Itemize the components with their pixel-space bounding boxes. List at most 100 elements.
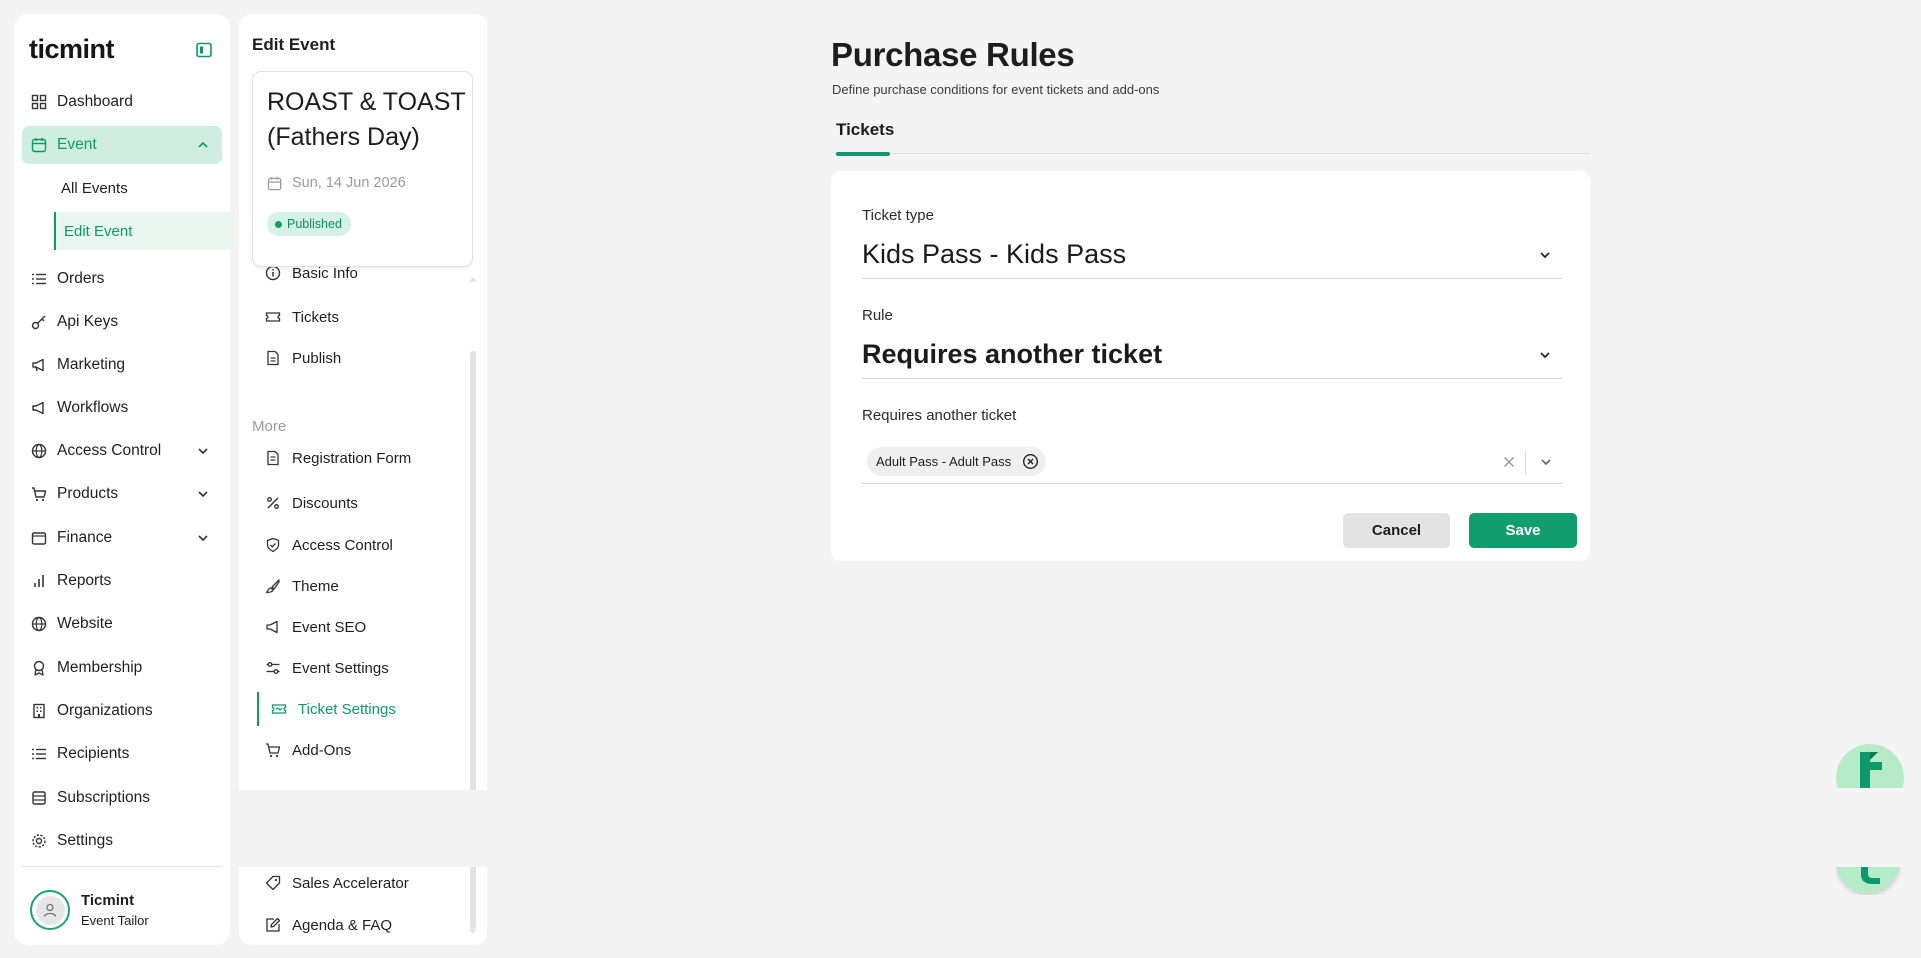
sidebar-item-website[interactable]: Website: [22, 605, 222, 643]
page-title: Purchase Rules: [831, 36, 1075, 73]
sidebar-item-label: Event: [57, 136, 97, 153]
panel-item-label: Event SEO: [292, 618, 367, 636]
panel-item-label: Agenda & FAQ: [292, 916, 393, 934]
panel-item-label: Theme: [292, 577, 339, 595]
paint-brush-icon: [265, 578, 281, 594]
sidebar-item-reports[interactable]: Reports: [22, 562, 222, 600]
sidebar-item-label: Membership: [57, 659, 143, 676]
chevron-down-icon: [196, 531, 210, 545]
award-icon: [31, 660, 47, 676]
requires-ticket-label: Requires another ticket: [862, 407, 1017, 424]
dashboard-icon: [31, 94, 47, 110]
sidebar-item-organizations[interactable]: Organizations: [22, 692, 222, 730]
sidebar-item-dashboard[interactable]: Dashboard: [22, 83, 222, 121]
event-date-text: Sun, 14 Jun 2026: [292, 175, 406, 191]
panel-item-label: Tickets: [292, 308, 339, 326]
tab-tickets[interactable]: Tickets: [836, 120, 894, 140]
panel-item-access-control[interactable]: Access Control: [252, 528, 457, 562]
requires-ticket-multiselect[interactable]: Adult Pass - Adult Pass: [862, 442, 1562, 484]
panel-item-add-ons[interactable]: Add-Ons: [252, 733, 457, 767]
key-icon: [31, 314, 47, 330]
user-icon: [42, 902, 58, 918]
megaphone-icon: [265, 619, 281, 635]
sidebar-item-settings[interactable]: Settings: [22, 822, 222, 860]
remove-chip-icon[interactable]: [1022, 453, 1039, 470]
list-icon: [31, 746, 47, 762]
sidebar-toggle-icon[interactable]: [194, 40, 214, 60]
sidebar-item-membership[interactable]: Membership: [22, 649, 222, 687]
main-sidebar: ticmint Dashboard Event All Events Edit …: [14, 14, 235, 945]
gear-icon: [31, 833, 47, 849]
avatar: [30, 890, 70, 930]
sidebar-item-label: Finance: [57, 529, 113, 546]
sidebar-item-label: Dashboard: [57, 93, 133, 110]
sidebar-item-subscriptions[interactable]: Subscriptions: [22, 779, 222, 817]
sidebar-item-label: Reports: [57, 572, 112, 589]
scroll-down-arrow-icon[interactable]: [468, 928, 478, 935]
wallet-icon: [31, 530, 47, 546]
clear-selection-icon[interactable]: [1502, 455, 1516, 469]
tabs-divider: [835, 153, 1590, 154]
panel-item-label: Basic Info: [292, 264, 358, 282]
panel-item-ticket-settings[interactable]: Ticket Settings: [257, 692, 462, 726]
chevron-down-icon[interactable]: [1539, 455, 1553, 469]
scroll-up-arrow-icon[interactable]: [468, 276, 478, 283]
sidebar-item-workflows[interactable]: Workflows: [22, 389, 222, 427]
globe-icon: [31, 616, 47, 632]
user-name: Ticmint: [81, 892, 135, 909]
sidebar-item-label: Api Keys: [57, 313, 119, 330]
ticket-settings-icon: [271, 701, 287, 717]
panel-item-registration-form[interactable]: Registration Form: [252, 441, 457, 475]
panel-item-discounts[interactable]: Discounts: [252, 486, 457, 520]
sidebar-divider: [22, 866, 222, 867]
megaphone-icon: [31, 357, 47, 373]
list-icon: [31, 271, 47, 287]
sidebar-item-recipients[interactable]: Recipients: [22, 735, 222, 773]
chevron-down-icon: [1538, 248, 1552, 262]
panel-item-tickets[interactable]: Tickets: [252, 300, 457, 334]
panel-item-theme[interactable]: Theme: [252, 569, 457, 603]
event-date: Sun, 14 Jun 2026: [267, 175, 406, 191]
ticket-type-label: Ticket type: [862, 207, 934, 224]
sidebar-item-label: Recipients: [57, 745, 130, 762]
panel-item-label: Ticket Settings: [298, 700, 396, 718]
sidebar-item-api-keys[interactable]: Api Keys: [22, 303, 222, 341]
panel-item-label: Publish: [292, 349, 342, 367]
panel-item-event-seo[interactable]: Event SEO: [252, 610, 457, 644]
widget-logo-icon: [1854, 748, 1886, 788]
calendar-icon: [31, 137, 47, 153]
sliders-icon: [265, 660, 281, 676]
sidebar-subitem-all-events[interactable]: All Events: [39, 169, 222, 207]
panel-item-publish[interactable]: Publish: [252, 341, 457, 375]
sidebar-item-marketing[interactable]: Marketing: [22, 346, 222, 384]
sidebar-item-label: Products: [57, 485, 119, 502]
sidebar-item-products[interactable]: Products: [22, 475, 222, 513]
box-icon: [31, 790, 47, 806]
sidebar-subitem-edit-event[interactable]: Edit Event: [54, 212, 235, 250]
sidebar-item-access-control[interactable]: Access Control: [22, 432, 222, 470]
event-name: ROAST & TOAST (Fathers Day): [267, 88, 466, 151]
panel-item-event-settings[interactable]: Event Settings: [252, 651, 457, 685]
cancel-button[interactable]: Cancel: [1343, 513, 1450, 548]
panel-item-sales-accelerator[interactable]: Sales Accelerator: [252, 866, 457, 900]
panel-item-agenda-faq[interactable]: Agenda & FAQ: [252, 908, 457, 942]
chevron-down-icon: [196, 444, 210, 458]
document-icon: [265, 350, 281, 366]
sidebar-item-label: Marketing: [57, 356, 126, 373]
save-button[interactable]: Save: [1469, 513, 1577, 548]
panel-item-label: Registration Form: [292, 449, 412, 467]
floating-chat-widget[interactable]: [1836, 867, 1904, 895]
sidebar-item-finance[interactable]: Finance: [22, 519, 222, 557]
sidebar-item-orders[interactable]: Orders: [22, 260, 222, 298]
status-dot-icon: [275, 220, 282, 228]
selected-ticket-chip: Adult Pass - Adult Pass: [867, 447, 1047, 476]
sidebar-item-event[interactable]: Event: [22, 126, 222, 164]
rule-label: Rule: [862, 307, 893, 324]
ticket-type-select[interactable]: Kids Pass - Kids Pass: [862, 233, 1562, 279]
rule-select[interactable]: Requires another ticket: [862, 333, 1562, 379]
user-profile[interactable]: Ticmint Event Tailor: [30, 887, 220, 933]
floating-help-widget[interactable]: [1836, 744, 1904, 788]
tag-icon: [265, 875, 281, 891]
more-section-label: More: [252, 418, 287, 435]
sidebar-item-label: Workflows: [57, 399, 129, 416]
